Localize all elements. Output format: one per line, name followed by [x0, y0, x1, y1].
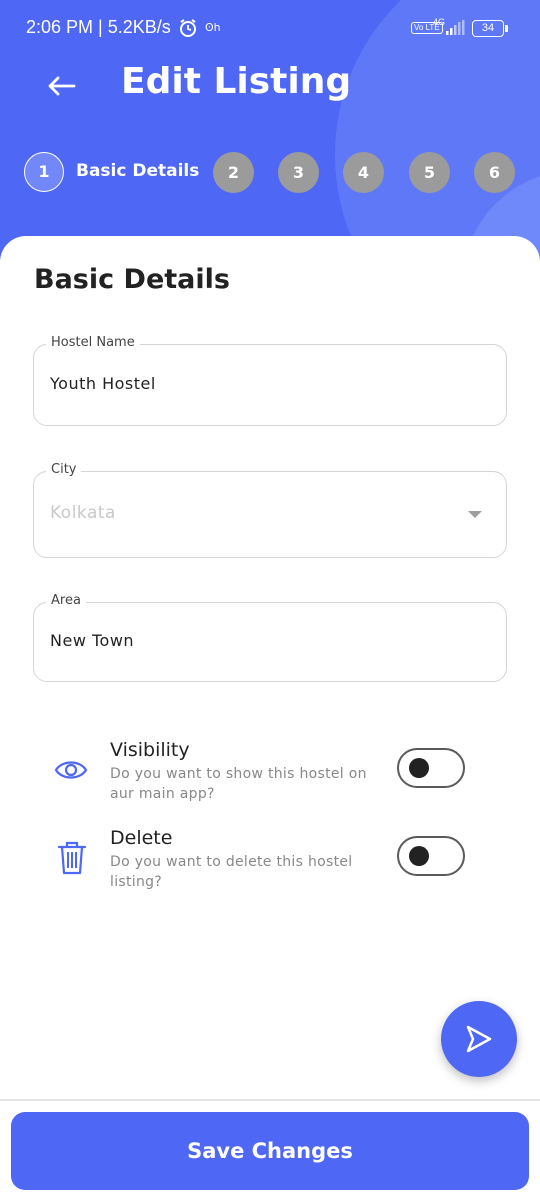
header: 2:06 PM | 5.2KB/s ʘh Vo LTE 4G 34 Edit L… — [0, 0, 540, 260]
visibility-description: Do you want to show this hostel on aur m… — [110, 766, 367, 802]
city-label: City — [46, 462, 82, 477]
area-label: Area — [46, 593, 86, 608]
hostel-name-label: Hostel Name — [46, 335, 140, 350]
eye-icon — [54, 761, 88, 779]
status-time: 2:06 PM | 5.2KB/s — [26, 17, 171, 37]
step-1[interactable]: 1 — [24, 152, 64, 192]
step-1-label: Basic Details — [76, 161, 200, 181]
bottom-divider — [0, 1099, 540, 1101]
area-value[interactable]: New Town — [50, 631, 134, 650]
chevron-down-icon[interactable] — [468, 511, 482, 518]
city-dropdown[interactable]: City Kolkata — [33, 462, 507, 558]
trash-icon — [57, 841, 87, 875]
hostel-name-field[interactable]: Hostel Name Youth Hostel — [33, 335, 507, 426]
step-3[interactable]: 3 — [278, 152, 319, 193]
battery-icon: 34 — [472, 20, 508, 37]
step-6[interactable]: 6 — [474, 152, 515, 193]
save-changes-button[interactable]: Save Changes — [11, 1112, 529, 1190]
page-title: Edit Listing — [121, 61, 352, 102]
step-5[interactable]: 5 — [409, 152, 450, 193]
status-bar: 2:06 PM | 5.2KB/s ʘh Vo LTE 4G 34 — [0, 0, 540, 58]
signal-icon — [446, 20, 465, 35]
toggle-knob — [409, 846, 429, 866]
city-value[interactable]: Kolkata — [50, 503, 116, 523]
area-field[interactable]: Area New Town — [33, 593, 507, 682]
section-title: Basic Details — [34, 264, 230, 295]
step-indicator: 1 Basic Details 2 3 4 5 6 — [0, 150, 540, 194]
back-arrow-icon[interactable] — [44, 68, 80, 104]
toggle-knob — [409, 758, 429, 778]
hostel-name-value[interactable]: Youth Hostel — [50, 374, 156, 393]
play-arrow-icon — [466, 1025, 492, 1053]
delete-toggle[interactable] — [397, 836, 465, 876]
step-4[interactable]: 4 — [343, 152, 384, 193]
status-extra: ʘh — [205, 21, 221, 34]
visibility-toggle[interactable] — [397, 748, 465, 788]
delete-description: Do you want to delete this hostel listin… — [110, 854, 353, 890]
next-button[interactable] — [441, 1001, 517, 1077]
alarm-icon — [180, 19, 196, 37]
step-2[interactable]: 2 — [213, 152, 254, 193]
delete-title: Delete — [110, 827, 173, 849]
visibility-title: Visibility — [110, 739, 190, 761]
